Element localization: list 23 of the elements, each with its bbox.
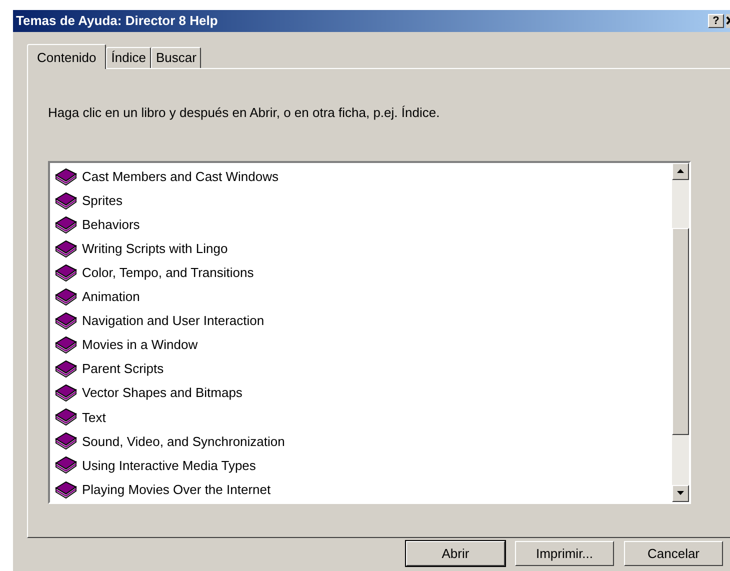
tab[interactable]: Contenido: [27, 44, 106, 69]
topic-item[interactable]: Color, Tempo, and Transitions: [82, 263, 254, 283]
instruction-text: Haga clic en un libro y después en Abrir, o en otra ficha, p.ej. Índice.: [48, 104, 441, 122]
topic-item[interactable]: Behaviors: [82, 214, 140, 234]
help-button[interactable]: ?: [708, 14, 724, 28]
topic-item[interactable]: Playing Movies Over the Internet: [82, 480, 271, 500]
window-title: Temas de Ayuda: Director 8 Help: [16, 12, 219, 30]
tab[interactable]: Buscar: [150, 47, 202, 68]
dialog-button[interactable]: Abrir: [406, 541, 505, 566]
topic-item[interactable]: Parent Scripts: [82, 359, 164, 379]
topic-item[interactable]: Vector Shapes and Bitmaps: [82, 383, 242, 403]
topic-item[interactable]: Sound, Video, and Synchronization: [82, 432, 285, 452]
tab[interactable]: Índice: [106, 47, 151, 68]
topic-item[interactable]: Sprites: [82, 190, 122, 210]
dialog-button[interactable]: Cancelar: [624, 541, 723, 566]
topic-item[interactable]: Animation: [82, 287, 140, 307]
topic-item[interactable]: Using Interactive Media Types: [82, 456, 256, 476]
topic-item[interactable]: Writing Scripts with Lingo: [82, 239, 228, 259]
topic-item[interactable]: Cast Members and Cast Windows: [82, 166, 279, 186]
topic-item[interactable]: Movies in a Window: [82, 335, 198, 355]
topic-item[interactable]: Text: [82, 408, 106, 428]
dialog-button[interactable]: Imprimir...: [515, 541, 614, 566]
topic-item[interactable]: Navigation and User Interaction: [82, 311, 264, 331]
